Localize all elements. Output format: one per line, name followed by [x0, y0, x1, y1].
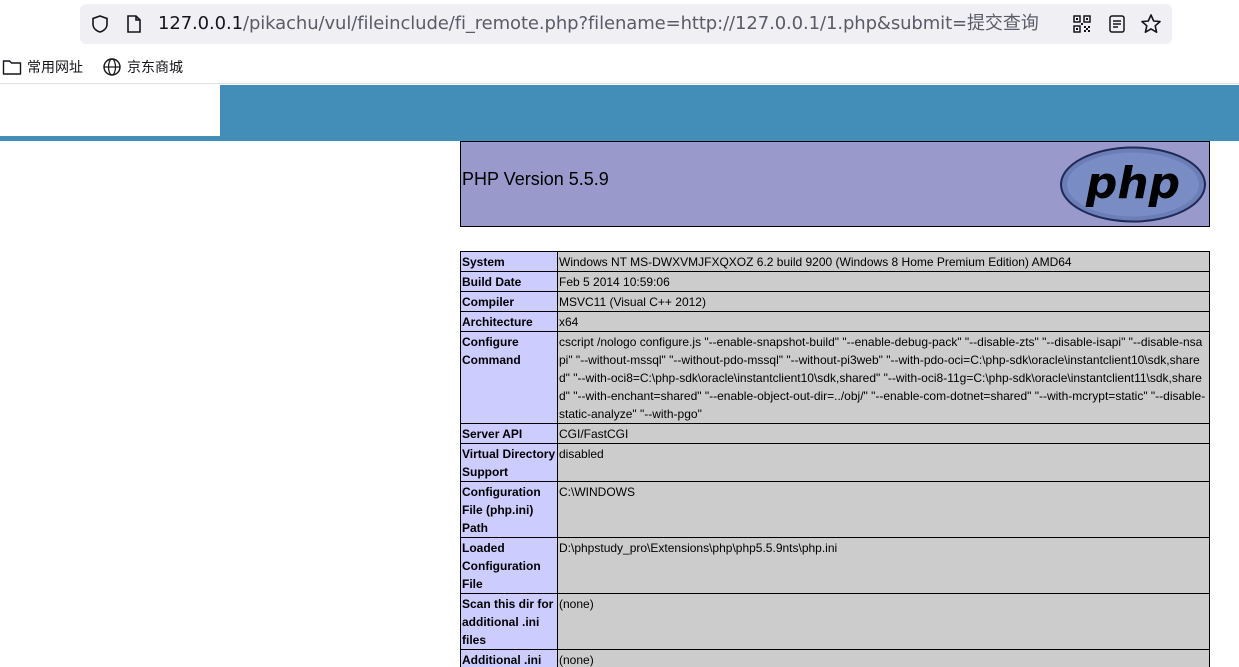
- info-key: System: [460, 251, 558, 272]
- table-row: Configure Command cscript /nologo configu…: [460, 331, 1210, 424]
- table-row: Configuration File (php.ini) Path C:\WIND…: [460, 481, 1210, 538]
- table-row: Architecture x64: [460, 311, 1210, 332]
- tracking-protection-shield-icon[interactable]: [90, 14, 110, 34]
- php-version-title: PHP Version 5.5.9: [462, 169, 609, 189]
- bookmark-folder-common-sites[interactable]: 常用网址: [2, 57, 83, 77]
- info-key: Configuration File (php.ini) Path: [460, 481, 558, 538]
- globe-icon: [103, 58, 121, 76]
- phpinfo-header: PHP Version 5.5.9 php: [460, 141, 1210, 227]
- bookmarks-bar: 常用网址 京东商城: [0, 50, 1239, 84]
- browser-toolbar: 127.0.0.1/pikachu/vul/fileinclude/fi_rem…: [0, 0, 1239, 50]
- info-key: Additional .ini files parsed: [460, 649, 558, 667]
- info-value: x64: [557, 311, 1210, 332]
- url-host: 127.0.0.1: [158, 13, 243, 34]
- table-row: Virtual Directory Support disabled: [460, 443, 1210, 482]
- table-row: System Windows NT MS-DWXVMJFXQXOZ 6.2 bui…: [460, 251, 1210, 272]
- info-key: Scan this dir for additional .ini files: [460, 593, 558, 650]
- table-row: Build Date Feb 5 2014 10:59:06: [460, 271, 1210, 292]
- page-header-bar: [0, 85, 1239, 141]
- url-text[interactable]: 127.0.0.1/pikachu/vul/fileinclude/fi_rem…: [158, 13, 1039, 35]
- bookmark-star-icon[interactable]: [1140, 13, 1162, 35]
- header-logo-area: [0, 85, 220, 136]
- info-value: CGI/FastCGI: [557, 423, 1210, 444]
- page-info-icon[interactable]: [125, 14, 143, 34]
- info-key: Configure Command: [460, 331, 558, 424]
- info-value: D:\phpstudy_pro\Extensions\php\php5.5.9n…: [557, 537, 1210, 594]
- info-key: Virtual Directory Support: [460, 443, 558, 482]
- php-logo-text: php: [1085, 158, 1180, 209]
- info-value: (none): [557, 649, 1210, 667]
- table-row: Loaded Configuration File D:\phpstudy_pro…: [460, 537, 1210, 594]
- reader-view-icon[interactable]: [1107, 14, 1127, 34]
- qr-code-icon[interactable]: [1072, 14, 1092, 34]
- address-bar[interactable]: 127.0.0.1/pikachu/vul/fileinclude/fi_rem…: [80, 4, 1172, 44]
- info-key: Loaded Configuration File: [460, 537, 558, 594]
- bookmark-label: 常用网址: [27, 60, 83, 76]
- info-value: C:\WINDOWS: [557, 481, 1210, 538]
- info-key: Server API: [460, 423, 558, 444]
- php-logo[interactable]: php: [1059, 146, 1207, 223]
- phpinfo-table: System Windows NT MS-DWXVMJFXQXOZ 6.2 bui…: [460, 251, 1210, 667]
- bookmark-jd-mall[interactable]: 京东商城: [102, 57, 183, 77]
- table-row: Compiler MSVC11 (Visual C++ 2012): [460, 291, 1210, 312]
- info-key: Compiler: [460, 291, 558, 312]
- table-row: Additional .ini files parsed(none): [460, 649, 1210, 667]
- table-row: Server API CGI/FastCGI: [460, 423, 1210, 444]
- info-value: disabled: [557, 443, 1210, 482]
- info-value: cscript /nologo configure.js "--enable-s…: [557, 331, 1210, 424]
- folder-icon: [2, 60, 22, 75]
- url-path: /pikachu/vul/fileinclude/fi_remote.php?f…: [242, 13, 1039, 34]
- info-value: Feb 5 2014 10:59:06: [557, 271, 1210, 292]
- info-value: MSVC11 (Visual C++ 2012): [557, 291, 1210, 312]
- info-key: Architecture: [460, 311, 558, 332]
- info-value: Windows NT MS-DWXVMJFXQXOZ 6.2 build 920…: [557, 251, 1210, 272]
- table-row: Scan this dir for additional .ini files(…: [460, 593, 1210, 650]
- bookmark-label: 京东商城: [127, 60, 183, 76]
- info-value: (none): [557, 593, 1210, 650]
- info-key: Build Date: [460, 271, 558, 292]
